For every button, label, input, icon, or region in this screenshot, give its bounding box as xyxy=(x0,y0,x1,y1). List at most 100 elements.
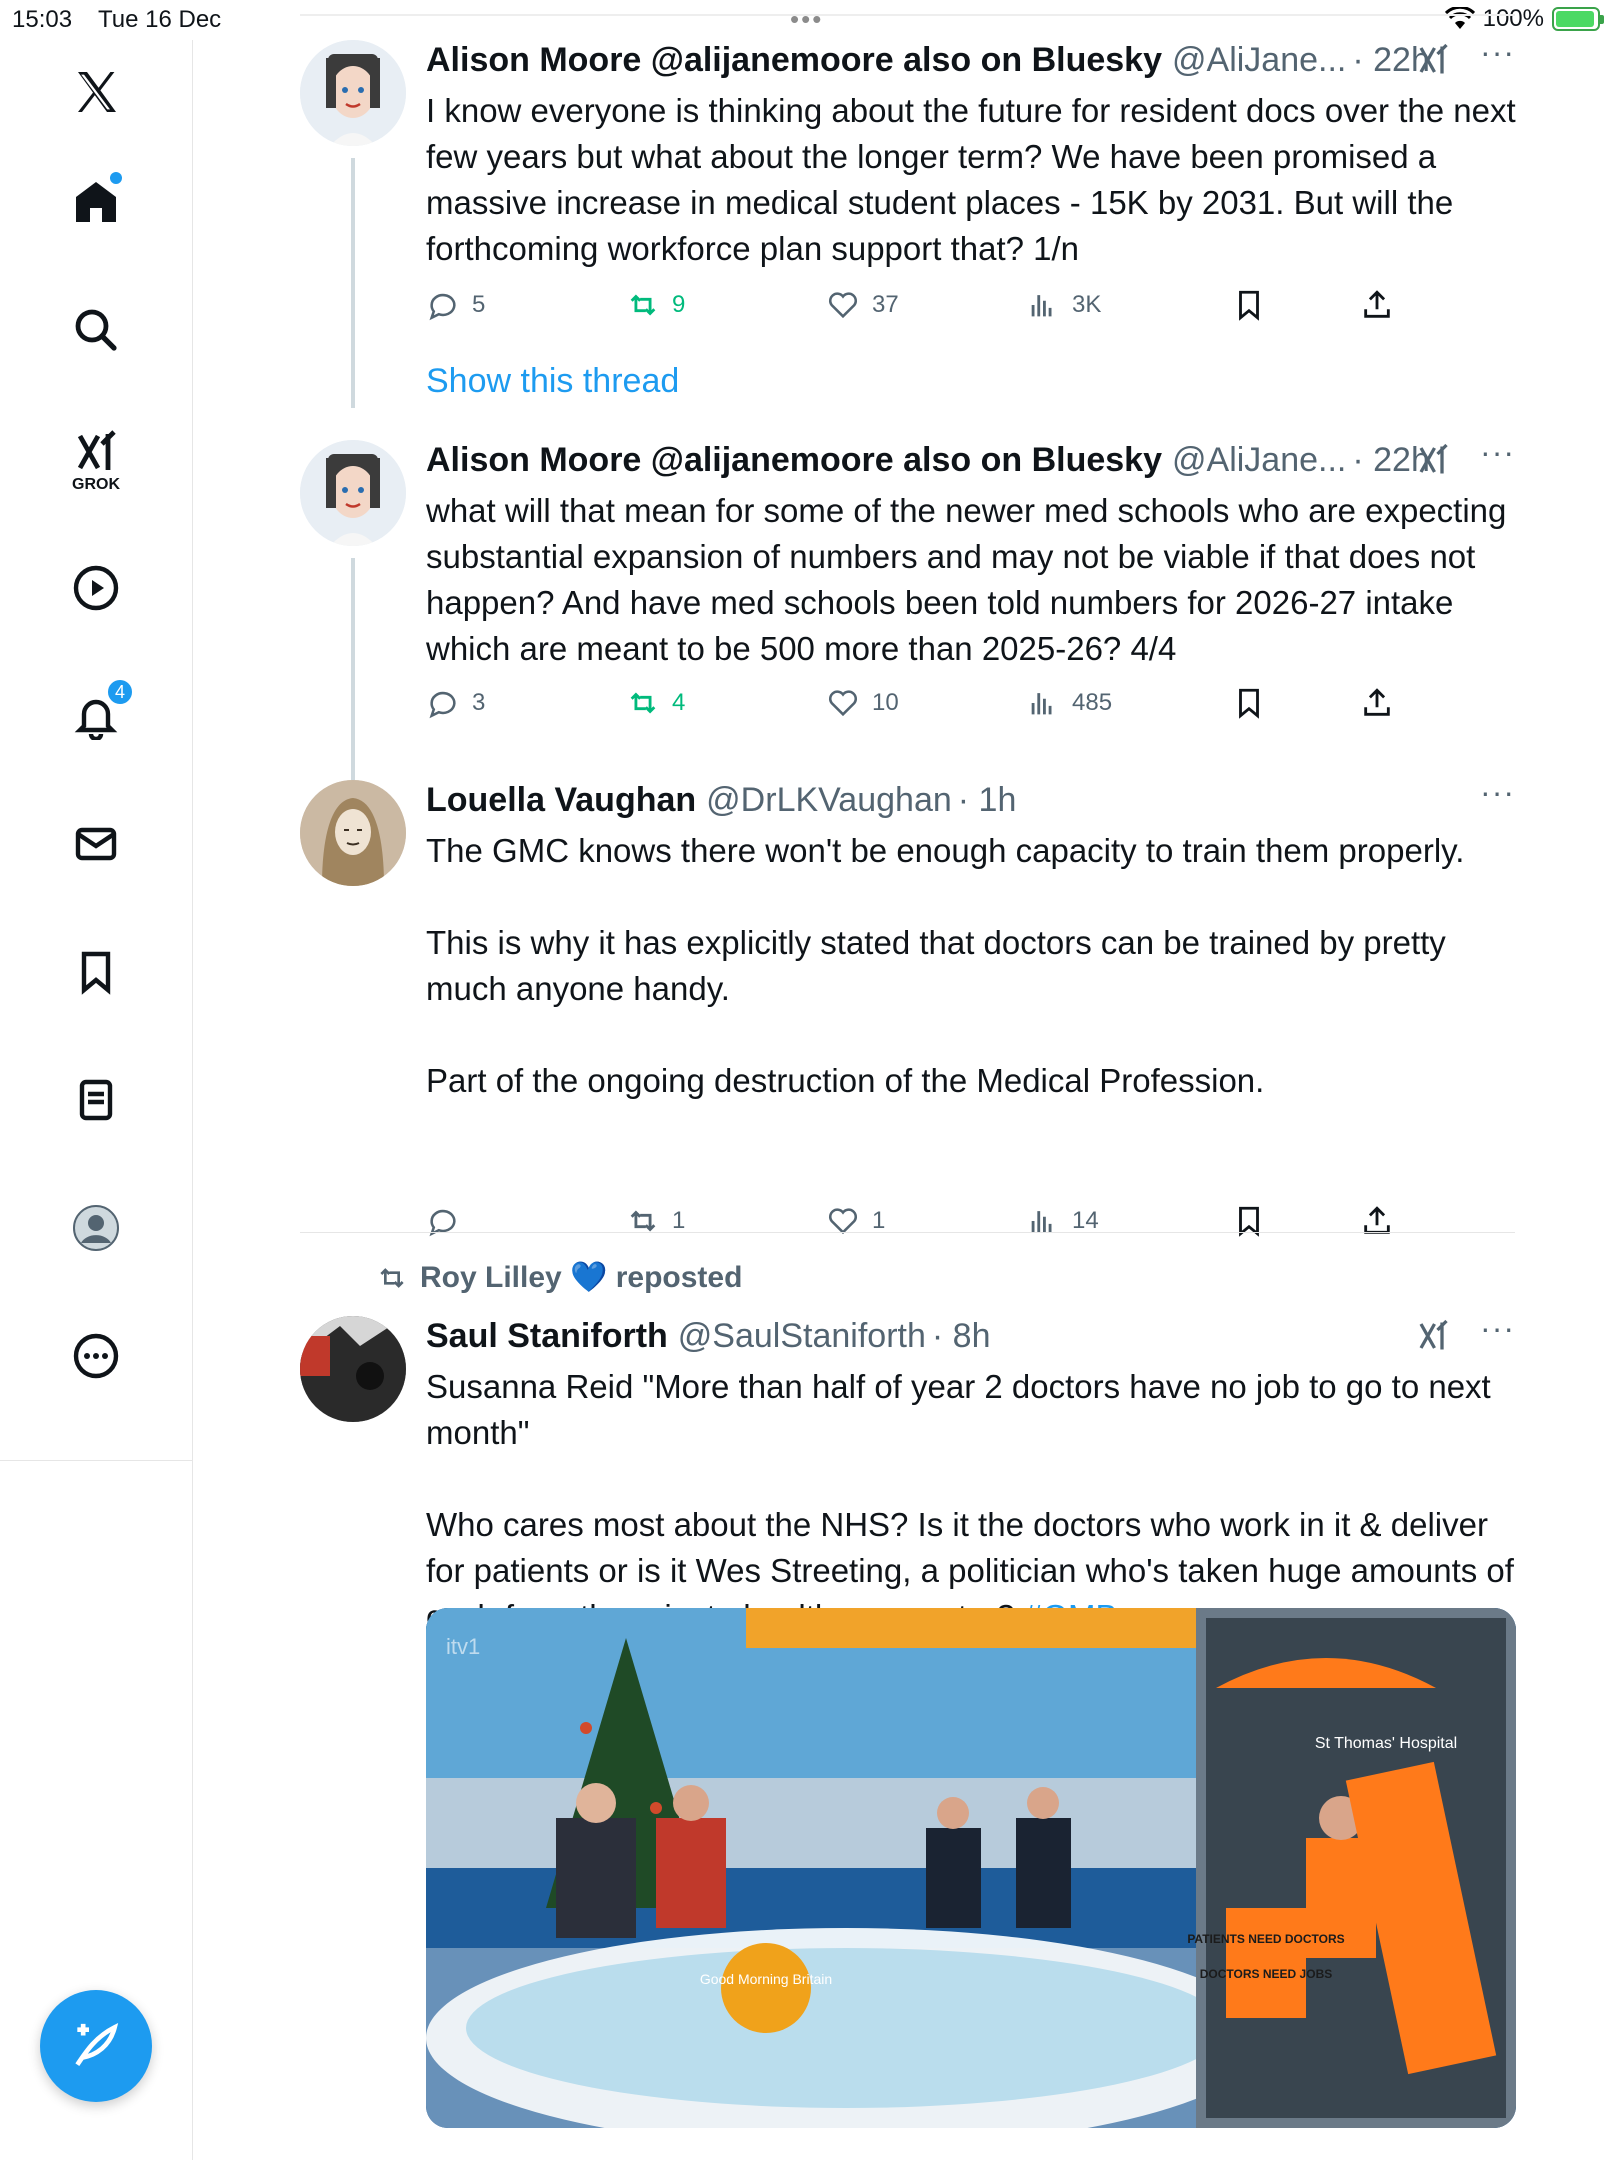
grok-icon[interactable] xyxy=(1415,42,1451,78)
author-name[interactable]: Louella Vaughan xyxy=(426,781,696,820)
author-handle[interactable]: @AliJane... xyxy=(1172,441,1346,480)
author-handle[interactable]: @SaulStaniforth xyxy=(678,1317,926,1356)
avatar[interactable] xyxy=(300,1316,406,1422)
repost-context[interactable]: Roy Lilley 💙 reposted xyxy=(376,1260,742,1295)
compose-feather-icon xyxy=(75,2022,119,2066)
search-icon[interactable] xyxy=(56,290,136,370)
tweet-header: Saul Staniforth @SaulStaniforth · 8h xyxy=(426,1316,1515,1356)
messages-icon[interactable] xyxy=(56,804,136,884)
more-options-icon[interactable]: ··· xyxy=(1480,774,1515,811)
share-button[interactable] xyxy=(1360,686,1394,720)
more-options-icon[interactable]: ··· xyxy=(1480,34,1515,71)
compose-post-button[interactable] xyxy=(40,1990,152,2102)
notifications-badge: 4 xyxy=(106,678,134,706)
status-right: 100% xyxy=(1444,5,1604,33)
repost-button[interactable]: 9 xyxy=(626,288,685,322)
tweet-text-main: Susanna Reid "More than half of year 2 d… xyxy=(426,1368,1514,1635)
videos-icon[interactable] xyxy=(56,548,136,628)
bookmark-button[interactable] xyxy=(1232,686,1266,720)
bookmarks-icon[interactable] xyxy=(56,932,136,1012)
heart-icon xyxy=(828,690,858,717)
status-date: Tue 16 Dec xyxy=(98,6,222,33)
avatar[interactable] xyxy=(300,440,406,546)
battery-icon xyxy=(1552,7,1604,31)
avatar[interactable] xyxy=(300,780,406,886)
tweet-time[interactable]: · 1h xyxy=(958,781,1017,820)
share-icon xyxy=(1364,290,1390,318)
thread-line xyxy=(351,158,355,408)
more-options-icon[interactable]: ··· xyxy=(1480,434,1515,471)
share-icon xyxy=(1364,688,1390,716)
grok-icon[interactable]: GROK xyxy=(56,422,136,502)
like-button[interactable]: 10 xyxy=(826,686,899,720)
tweet-divider xyxy=(300,1232,1515,1233)
show-thread-link[interactable]: Show this thread xyxy=(426,362,679,401)
like-button[interactable]: 37 xyxy=(826,288,899,322)
views-icon xyxy=(1031,693,1052,715)
tweet-actions: 3 4 10 485 xyxy=(426,686,1426,726)
more-menu-icon[interactable] xyxy=(56,1316,136,1396)
share-button[interactable] xyxy=(1360,288,1394,322)
reply-icon xyxy=(429,691,456,719)
profile-avatar-icon[interactable] xyxy=(56,1188,136,1268)
views-button[interactable]: 3K xyxy=(1026,288,1101,322)
bookmark-icon xyxy=(1239,688,1259,719)
placard-text-2: DOCTORS NEED JOBS xyxy=(1200,1967,1332,1981)
like-count: 37 xyxy=(872,291,899,318)
tweet-header: Alison Moore @alijanemoore also on Blues… xyxy=(426,40,1515,80)
reply-count: 5 xyxy=(472,291,486,318)
tweet-4[interactable]: Roy Lilley 💙 reposted Saul Staniforth @S… xyxy=(300,1260,1516,2160)
reply-button[interactable]: 3 xyxy=(426,686,485,720)
like-count: 10 xyxy=(872,689,899,716)
heart-icon xyxy=(828,292,858,319)
author-name[interactable]: Alison Moore @alijanemoore also on Blues… xyxy=(426,441,1162,480)
tweet-actions: 1 1 14 xyxy=(426,1204,1426,1244)
x-logo-icon[interactable] xyxy=(56,52,136,132)
more-options-icon[interactable]: ··· xyxy=(1480,1310,1515,1347)
avatar[interactable] xyxy=(300,40,406,146)
unread-dot xyxy=(110,172,122,184)
tweet-time[interactable]: · 8h xyxy=(932,1317,991,1356)
tweet-header: Louella Vaughan @DrLKVaughan · 1h xyxy=(426,780,1515,820)
home-icon[interactable] xyxy=(56,162,136,242)
grok-label: GROK xyxy=(72,476,120,493)
grok-icon[interactable] xyxy=(1415,1318,1451,1354)
author-handle[interactable]: @AliJane... xyxy=(1172,41,1346,80)
bookmark-button[interactable] xyxy=(1232,288,1266,322)
reply-icon xyxy=(429,293,456,321)
tweet-text: The GMC knows there won't be enough capa… xyxy=(426,832,1465,1099)
repost-button[interactable]: 4 xyxy=(626,686,685,720)
tweet-header: Alison Moore @alijanemoore also on Blues… xyxy=(426,440,1515,480)
top-rule xyxy=(300,14,1515,16)
reply-count: 3 xyxy=(472,689,486,716)
sidebar-separator xyxy=(0,1460,193,1461)
repost-icon xyxy=(630,692,656,714)
author-name[interactable]: Saul Staniforth xyxy=(426,1317,668,1356)
views-button[interactable]: 485 xyxy=(1026,686,1112,720)
author-name[interactable]: Alison Moore @alijanemoore also on Blues… xyxy=(426,41,1162,80)
tweet-text: what will that mean for some of the newe… xyxy=(426,492,1516,667)
view-count: 485 xyxy=(1072,689,1113,716)
reply-button[interactable]: 5 xyxy=(426,288,485,322)
notifications-icon[interactable]: 4 xyxy=(56,676,136,756)
status-bar: 15:03 Tue 16 Dec ••• 100% xyxy=(0,0,1620,40)
view-count: 3K xyxy=(1072,291,1102,318)
tweet-2[interactable]: Alison Moore @alijanemoore also on Blues… xyxy=(300,434,1516,808)
sidebar: GROK 4 xyxy=(0,40,193,2160)
multitasking-dots-icon[interactable]: ••• xyxy=(790,4,823,35)
repost-icon xyxy=(380,1267,404,1288)
tweet-1[interactable]: Alison Moore @alijanemoore also on Blues… xyxy=(300,34,1525,408)
lists-icon[interactable] xyxy=(56,1060,136,1140)
like-count: 1 xyxy=(872,1207,886,1234)
tweet-media-image[interactable]: Good Morning Britain PATIENTS NEED DOCTO… xyxy=(426,1608,1516,2128)
tweet-text: I know everyone is thinking about the fu… xyxy=(426,92,1525,267)
grok-icon[interactable] xyxy=(1415,442,1451,478)
repost-count: 9 xyxy=(672,291,686,318)
author-handle[interactable]: @DrLKVaughan xyxy=(706,781,952,820)
gmb-logo-text: Good Morning Britain xyxy=(700,1971,832,1987)
placard-text-1: PATIENTS NEED DOCTORS xyxy=(1187,1932,1344,1946)
tweet-text: Susanna Reid "More than half of year 2 d… xyxy=(426,1364,1516,1640)
wifi-icon xyxy=(1444,7,1475,29)
tweet-3[interactable]: Louella Vaughan @DrLKVaughan · 1h ··· Th… xyxy=(300,774,1515,1260)
repost-label: Roy Lilley 💙 reposted xyxy=(420,1261,743,1294)
